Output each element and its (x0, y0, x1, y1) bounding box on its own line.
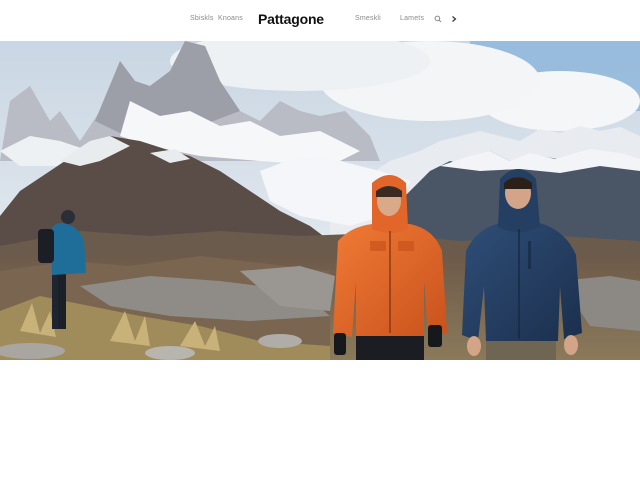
brand-logo[interactable]: Pattagone (258, 11, 324, 27)
search-icon[interactable] (433, 14, 443, 24)
nav-link-4[interactable]: Lamets (400, 15, 424, 22)
page: Sbiskls Knoans Pattagone Smeskli Lamets (0, 0, 640, 480)
hero-image (0, 41, 640, 360)
nav-link-3[interactable]: Smeskli (355, 15, 381, 22)
site-header: Sbiskls Knoans Pattagone Smeskli Lamets (0, 0, 640, 41)
nav-link-2[interactable]: Knoans (218, 15, 243, 22)
nav-link-1[interactable]: Sbiskls (190, 15, 214, 22)
hero-photo (0, 41, 640, 360)
chevron-right-icon[interactable] (449, 14, 459, 24)
content-area (0, 360, 640, 480)
